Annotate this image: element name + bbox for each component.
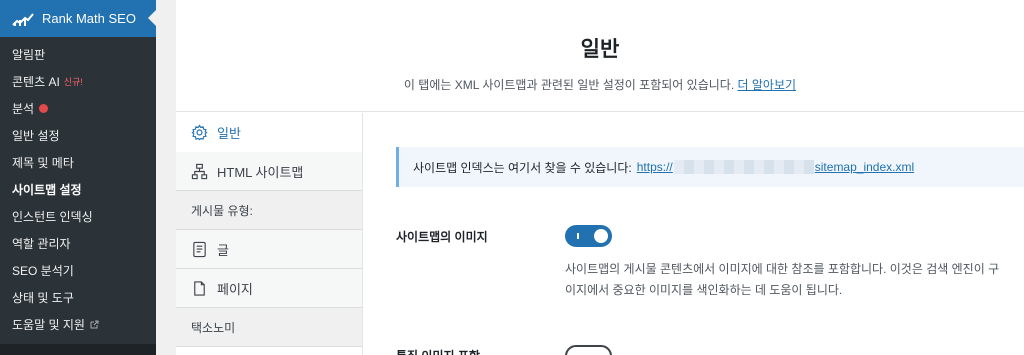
submenu-label: 일반 설정	[12, 129, 60, 143]
tab-label: 글	[217, 242, 229, 258]
images-in-sitemap-label: 사이트맵의 이미지	[396, 230, 488, 244]
tab-label: 페이지	[217, 281, 253, 297]
submenu-label: 도움말 및 지원	[12, 318, 85, 332]
submenu-item-seo-analyzer[interactable]: SEO 분석기	[0, 257, 156, 284]
rank-math-menu-header[interactable]: Rank Math SEO	[0, 0, 156, 37]
tab-page[interactable]: 페이지	[176, 269, 362, 308]
main-content: 일반 이 탭에는 XML 사이트맵과 관련된 일반 설정이 포함되어 있습니다.…	[176, 0, 1024, 355]
page-header: 일반 이 탭에는 XML 사이트맵과 관련된 일반 설정이 포함되어 있습니다.…	[176, 0, 1024, 112]
post-document-icon	[193, 241, 206, 257]
images-in-sitemap-toggle[interactable]	[565, 225, 612, 247]
url-start: https://	[636, 160, 673, 174]
submenu-label: 인스턴트 인덱싱	[12, 210, 93, 224]
description-line: 이지에서 중요한 이미지를 색인화하는 데 도움이 됩니다.	[565, 283, 843, 297]
submenu-label: 제목 및 메타	[12, 156, 74, 170]
new-badge: 신규!	[63, 77, 83, 87]
url-end: sitemap_index.xml	[814, 160, 915, 174]
submenu-label: 콘텐츠 AI	[12, 75, 60, 89]
current-menu-arrow	[148, 10, 156, 26]
include-featured-image-toggle[interactable]	[565, 345, 612, 355]
submenu-label: 역할 관리자	[12, 237, 71, 251]
taxonomy-group-heading: 택소노미	[176, 308, 362, 347]
rank-math-logo-icon	[12, 12, 34, 26]
group-label: 게시물 유형:	[191, 203, 253, 218]
tab-html-sitemap[interactable]: HTML 사이트맵	[176, 152, 362, 191]
sitemap-icon	[191, 163, 208, 179]
rank-math-submenu: 알림판 콘텐츠 AI 신규! 분석 일반 설정 제목 및 메타 사이트맵 설정 인…	[0, 37, 156, 344]
description-text: 이 탭에는 XML 사이트맵과 관련된 일반 설정이 포함되어 있습니다.	[403, 78, 735, 92]
submenu-label: 사이트맵 설정	[12, 183, 82, 197]
submenu-item-role-manager[interactable]: 역할 관리자	[0, 230, 156, 257]
toggle-on-mark	[577, 233, 579, 239]
tab-label: HTML 사이트맵	[217, 164, 304, 180]
sitemap-index-link[interactable]: https:// sitemap_index.xml	[637, 160, 914, 174]
sitemap-index-notice: 사이트맵 인덱스는 여기서 찾을 수 있습니다: https:// sitema…	[396, 147, 1024, 187]
submenu-label: 분석	[12, 102, 35, 116]
learn-more-link[interactable]: 더 알아보기	[738, 78, 797, 92]
page-description: 이 탭에는 XML 사이트맵과 관련된 일반 설정이 포함되어 있습니다. 더 …	[176, 76, 1024, 93]
settings-tabs: 일반 HTML 사이트맵 게시물 유형: 글 페이지 택소노미	[176, 113, 363, 355]
tab-post[interactable]: 글	[176, 230, 362, 269]
submenu-item-titles-meta[interactable]: 제목 및 메타	[0, 149, 156, 176]
tab-general[interactable]: 일반	[176, 113, 362, 152]
include-featured-image-label: 특집 이미지 포함	[396, 347, 480, 355]
admin-sidebar: Rank Math SEO 알림판 콘텐츠 AI 신규! 분석 일반 설정 제목 …	[0, 0, 156, 355]
submenu-item-content-ai[interactable]: 콘텐츠 AI 신규!	[0, 68, 156, 95]
tab-label: 일반	[217, 126, 241, 141]
redacted-domain	[673, 160, 814, 174]
submenu-item-dashboard[interactable]: 알림판	[0, 41, 156, 68]
page-icon	[194, 280, 205, 296]
group-label: 택소노미	[191, 320, 236, 335]
submenu-label: 상태 및 도구	[12, 291, 74, 305]
page-title: 일반	[580, 38, 620, 61]
notice-text: 사이트맵 인덱스는 여기서 찾을 수 있습니다:	[413, 160, 632, 175]
submenu-item-status-tools[interactable]: 상태 및 도구	[0, 284, 156, 311]
submenu-item-sitemap-settings[interactable]: 사이트맵 설정	[0, 176, 156, 203]
submenu-label: 알림판	[12, 48, 46, 62]
submenu-item-analytics[interactable]: 분석	[0, 95, 156, 122]
submenu-label: SEO 분석기	[12, 264, 74, 278]
status-dot-icon	[39, 104, 49, 113]
toggle-knob	[594, 229, 608, 243]
post-types-group-heading: 게시물 유형:	[176, 191, 362, 230]
images-in-sitemap-description: 사이트맵의 게시물 콘텐츠에서 이미지에 대한 참조를 포함합니다. 이것은 검…	[565, 259, 1024, 301]
external-link-icon	[90, 320, 99, 329]
submenu-item-general-settings[interactable]: 일반 설정	[0, 122, 156, 149]
description-line: 사이트맵의 게시물 콘텐츠에서 이미지에 대한 참조를 포함합니다. 이것은 검…	[565, 262, 1000, 276]
menu-title: Rank Math SEO	[42, 11, 136, 26]
submenu-item-instant-indexing[interactable]: 인스턴트 인덱싱	[0, 203, 156, 230]
submenu-item-help-support[interactable]: 도움말 및 지원	[0, 311, 156, 338]
settings-panel: 사이트맵 인덱스는 여기서 찾을 수 있습니다: https:// sitema…	[364, 113, 1024, 355]
gear-icon	[191, 124, 208, 141]
